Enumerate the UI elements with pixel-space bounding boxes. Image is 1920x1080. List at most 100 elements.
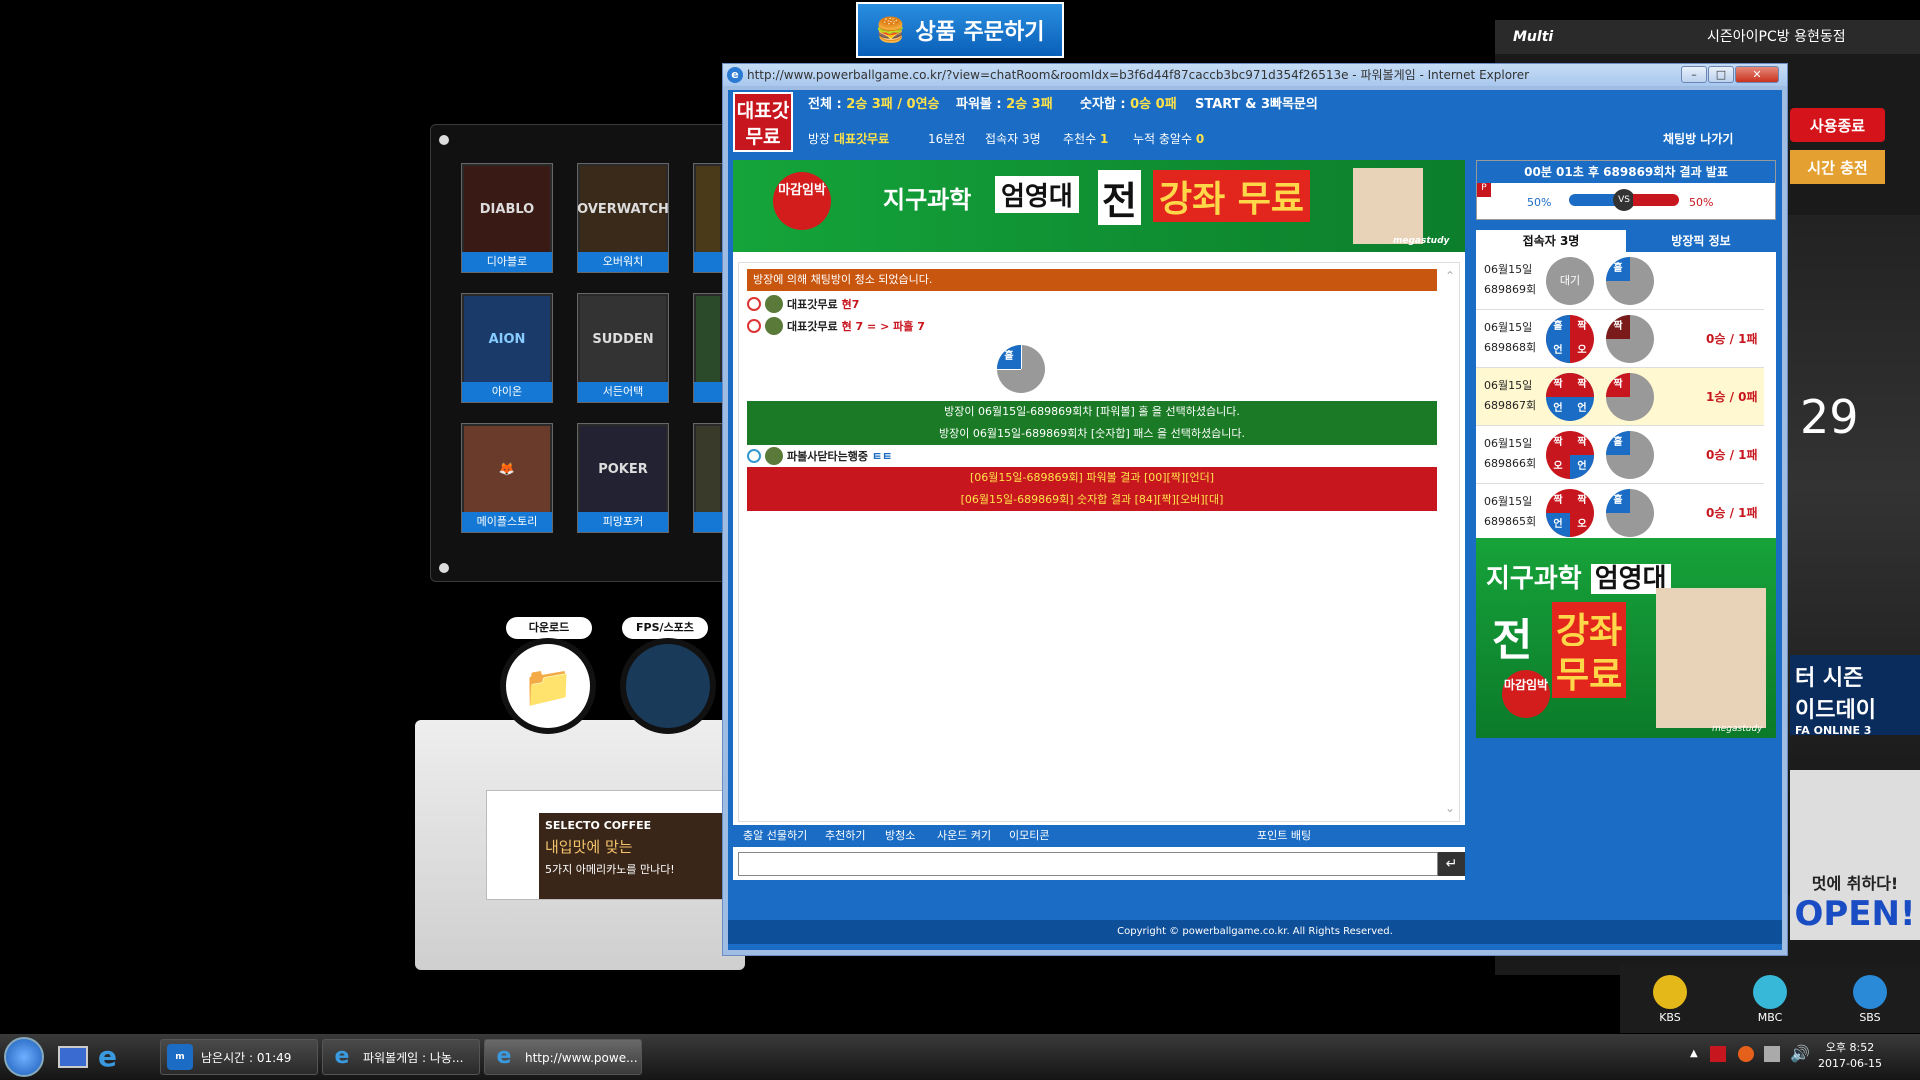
chat-area: 마감임박 지구과학 엄영대 전 강좌 무료 megastudy 방장에 의해 채… xyxy=(733,160,1465,880)
chat-line: 파볼사닫타는행중 ㅌㅌ xyxy=(747,447,892,465)
ie-icon[interactable]: e xyxy=(98,1042,128,1072)
tray-arrow-icon[interactable]: ▲ xyxy=(1690,1048,1698,1059)
point-bet-button[interactable]: 포인트 배팅 xyxy=(1257,825,1311,847)
chatroom-page: 대표갓무료 전체 : 2승 3패 / 0연승 파워볼 : 2승 3패 숫자합 :… xyxy=(728,90,1782,950)
game-tile-overwatch[interactable]: OVERWATCH 오버워치 xyxy=(577,163,669,273)
room-info: 방장 대표갓무료 16분전 접속자 3명 추천수 1 누적 충알수 0 채팅방 … xyxy=(728,124,1782,154)
game-tile-poker[interactable]: POKER 피망포커 xyxy=(577,423,669,533)
start-button[interactable] xyxy=(4,1037,44,1077)
taskbar: e m 남은시간 : 01:49 e 파워볼게임 : 나농... e http://w… xyxy=(0,1034,1920,1080)
coffee-ad[interactable]: SELECTO COFFEE 내입맛에 맞는 5가지 아메리카노를 만나다! xyxy=(486,790,727,900)
waiting-badge: 대기 xyxy=(1546,257,1594,305)
order-label: 상품 주문하기 xyxy=(915,20,1045,45)
tray-app-icon[interactable] xyxy=(1710,1046,1726,1062)
category-download[interactable]: 다운로드 xyxy=(506,617,592,639)
system-message: 방장이 06월15일-689869회차 [파워볼] 홀 을 선택하셨습니다. xyxy=(747,401,1437,423)
sbs-button[interactable]: SBS xyxy=(1853,974,1887,1024)
minimize-button[interactable]: – xyxy=(1681,66,1707,83)
radar-icon[interactable] xyxy=(620,638,716,734)
ie-icon: e xyxy=(727,67,743,83)
pick-history: 06월15일 689869회 대기 홀 06월15일 689868회 홀짝언오 짝 … xyxy=(1476,252,1776,540)
vs-badge: VS xyxy=(1613,189,1635,211)
desktop-icon[interactable] xyxy=(58,1046,88,1068)
emoticon-button[interactable]: 이모티콘 xyxy=(1009,825,1049,847)
game-tile-diablo[interactable]: DIABLO 디아블로 xyxy=(461,163,553,273)
history-row: 06월15일 689868회 홀짝언오 짝 0승 / 1패 xyxy=(1476,310,1764,368)
kbs-icon xyxy=(1653,974,1687,1009)
leave-room-button[interactable]: 채팅방 나가기 xyxy=(1663,124,1733,154)
taskbar-multi[interactable]: m 남은시간 : 01:49 xyxy=(160,1039,318,1075)
pick-ball: 짝 xyxy=(1606,315,1654,363)
next-result: 00분 01초 후 689869회차 결과 발표 P 50% VS 50% xyxy=(1476,160,1776,220)
chat-input[interactable] xyxy=(738,852,1438,876)
scroll-up-icon[interactable]: ⌃ xyxy=(1445,269,1455,283)
history-row: 06월15일 689866회 짝짝오언 홀 0승 / 1패 xyxy=(1476,426,1764,484)
result-ball: 홀짝언오 xyxy=(1546,315,1594,363)
megastudy-side-ad[interactable]: 지구과학 엄영대 전 강좌 무료 마감임박 megastudy xyxy=(1476,538,1776,738)
fifa-ad[interactable]: 터 시즌 이드데이 FA ONLINE 3 xyxy=(1790,655,1920,737)
maximize-button[interactable]: □ xyxy=(1708,66,1734,83)
panel-clock: 29 xyxy=(1800,390,1859,444)
taskbar-browser[interactable]: e http://www.powe... xyxy=(484,1039,642,1075)
gift-button[interactable]: 충알 선물하기 xyxy=(743,825,807,847)
chat-line: 대표갓무료 현 7 = > 파홀 7 xyxy=(747,317,925,335)
megastudy-banner[interactable]: 마감임박 지구과학 엄영대 전 강좌 무료 megastudy xyxy=(733,160,1465,252)
sound-button[interactable]: 사운드 켜기 xyxy=(937,825,991,847)
panel-title: 시즌아이PC방 용현동점 xyxy=(1707,29,1846,45)
notice-message: 방장에 의해 채팅방이 청소 되었습니다. xyxy=(747,269,1437,291)
teacher-photo xyxy=(1353,168,1423,244)
open-ad[interactable]: 멋에 취하다! OPEN! xyxy=(1790,770,1920,940)
tab-users[interactable]: 접속자 3명 xyxy=(1476,230,1626,252)
tv-channels: KBS MBC SBS xyxy=(1620,965,1920,1033)
ie-icon: e xyxy=(334,1044,350,1069)
kbs-button[interactable]: KBS xyxy=(1653,974,1687,1024)
result-ball: 짝짝언언 xyxy=(1546,373,1594,421)
folder-icon[interactable]: 📁 xyxy=(500,638,596,734)
chat-line: 대표갓무료 현7 xyxy=(747,295,859,313)
avatar xyxy=(765,295,783,313)
tray-app-icon[interactable] xyxy=(1738,1046,1754,1062)
pick-ball: 홀 xyxy=(1606,489,1654,537)
send-icon[interactable]: ↵ xyxy=(1438,852,1465,876)
user-icon xyxy=(747,449,761,463)
mbc-button[interactable]: MBC xyxy=(1753,974,1787,1024)
even-bar xyxy=(1633,194,1679,206)
game-tile-partial[interactable] xyxy=(693,293,723,403)
avatar xyxy=(765,447,783,465)
taskbar-powerball[interactable]: e 파워볼게임 : 나농... xyxy=(322,1039,480,1075)
close-button[interactable]: ✕ xyxy=(1735,66,1779,83)
volume-icon[interactable]: 🔊 xyxy=(1790,1044,1810,1063)
pick-ball: 홀 xyxy=(1606,257,1654,305)
screw-icon xyxy=(439,135,449,145)
avatar xyxy=(765,317,783,335)
sbs-icon xyxy=(1853,974,1887,1009)
tab-room-info[interactable]: 방장픽 정보 xyxy=(1626,230,1776,252)
clean-button[interactable]: 방청소 xyxy=(885,825,915,847)
game-tile-aion[interactable]: AION 아이온 xyxy=(461,293,553,403)
mbc-icon xyxy=(1753,974,1787,1009)
charge-button[interactable]: 시간 충전 xyxy=(1790,150,1885,184)
user-icon xyxy=(747,319,761,333)
game-tile-partial[interactable] xyxy=(693,423,723,533)
game-launcher: DIABLO 디아블로 OVERWATCH 오버워치 AION 아이온 SUDDEN 서… xyxy=(430,124,730,582)
screw-icon xyxy=(439,563,449,573)
user-icon xyxy=(747,297,761,311)
result-message: [06월15일-689869회] 파워볼 결과 [00][짝][언더] xyxy=(747,467,1437,489)
history-row: 06월15일 689865회 짝짝언오 홀 0승 / 1패 xyxy=(1476,484,1764,540)
category-fps[interactable]: FPS/스포츠 xyxy=(622,617,708,639)
teacher-photo xyxy=(1656,588,1766,728)
network-icon[interactable] xyxy=(1764,1046,1780,1062)
game-tile-partial[interactable] xyxy=(693,163,723,273)
taskbar-clock[interactable]: 오후 8:52 2017-06-15 xyxy=(1810,1040,1890,1072)
multi-logo: Multi xyxy=(1513,29,1554,45)
order-button[interactable]: 🍔 상품 주문하기 xyxy=(856,2,1064,58)
scroll-down-icon[interactable]: ⌄ xyxy=(1445,801,1455,815)
game-tile-sudden[interactable]: SUDDEN 서든어택 xyxy=(577,293,669,403)
recommend-button[interactable]: 추천하기 xyxy=(825,825,865,847)
end-session-button[interactable]: 사용종료 xyxy=(1790,108,1885,142)
side-tabs: 접속자 3명 방장픽 정보 xyxy=(1476,230,1776,252)
game-tile-maple[interactable]: 🦊 메이플스토리 xyxy=(461,423,553,533)
start-link[interactable]: START & 3빠목문의 xyxy=(1195,90,1318,120)
pick-ball: 홀 xyxy=(1606,431,1654,479)
multi-icon: m xyxy=(167,1044,193,1070)
